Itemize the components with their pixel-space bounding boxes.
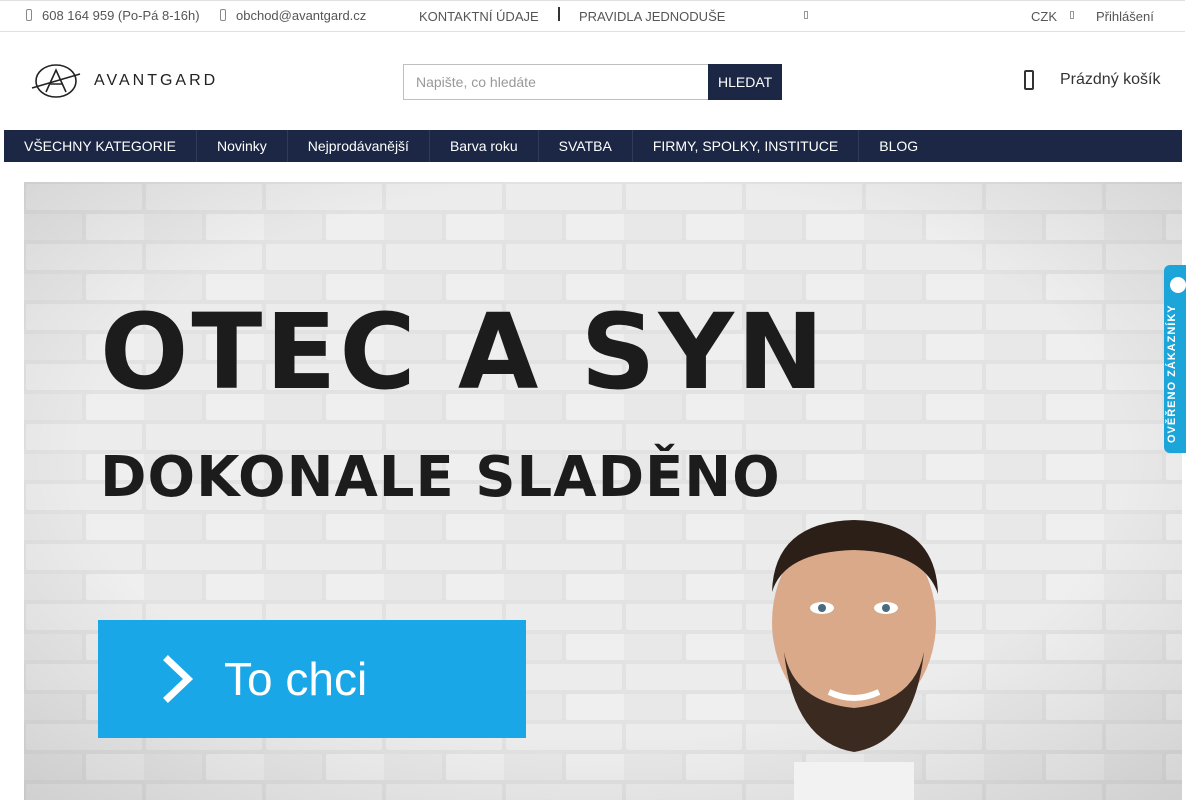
- verified-logo-icon: [1168, 275, 1186, 295]
- email-address: obchod@avantgard.cz: [236, 8, 367, 23]
- nav-item-bestsellers[interactable]: Nejprodávanější: [288, 130, 430, 162]
- cart-icon: [1024, 70, 1034, 90]
- nav-item-all-categories[interactable]: VŠECHNY KATEGORIE: [4, 130, 197, 162]
- main-nav: VŠECHNY KATEGORIE Novinky Nejprodávanějš…: [4, 130, 1182, 162]
- rules-link[interactable]: PRAVIDLA JEDNODUŠE: [579, 9, 725, 24]
- divider: [558, 7, 560, 21]
- nav-item-color-of-year[interactable]: Barva roku: [430, 130, 539, 162]
- hero-banner[interactable]: OTEC A SYN DOKONALE SLADĚNO To chci: [24, 182, 1182, 800]
- banner-title: OTEC A SYN: [100, 291, 827, 413]
- more-icon[interactable]: [804, 11, 808, 19]
- nav-item-blog[interactable]: BLOG: [859, 130, 938, 162]
- phone-contact[interactable]: 608 164 959 (Po-Pá 8-16h): [24, 8, 200, 23]
- login-link[interactable]: Přihlášení: [1096, 9, 1154, 24]
- mail-icon: [218, 8, 228, 23]
- phone-number: 608 164 959 (Po-Pá 8-16h): [42, 8, 200, 23]
- nav-item-wedding[interactable]: SVATBA: [539, 130, 633, 162]
- header: AVANTGARD HLEDAT Prázdný košík: [0, 32, 1185, 130]
- cta-label: To chci: [224, 653, 368, 705]
- search-form: HLEDAT: [403, 64, 782, 100]
- verified-reviews-tab[interactable]: OVĚŘENO ZÁKAZNÍKY: [1164, 265, 1186, 453]
- nav-item-companies[interactable]: FIRMY, SPOLKY, INSTITUCE: [633, 130, 860, 162]
- chevron-down-icon[interactable]: [1070, 11, 1074, 19]
- logo-icon: [31, 64, 81, 98]
- email-contact[interactable]: obchod@avantgard.cz: [218, 8, 366, 23]
- nav-item-novinky[interactable]: Novinky: [197, 130, 288, 162]
- cart-label: Prázdný košík: [1060, 71, 1161, 88]
- site-logo[interactable]: AVANTGARD: [30, 62, 218, 100]
- search-input[interactable]: [403, 64, 709, 100]
- logo-text: AVANTGARD: [94, 72, 219, 89]
- cta-button[interactable]: To chci: [98, 620, 526, 738]
- chevron-right-icon: [163, 655, 194, 703]
- contact-link[interactable]: KONTAKTNÍ ÚDAJE: [419, 9, 539, 24]
- phone-icon: [24, 8, 34, 23]
- model-photo: [772, 520, 938, 800]
- cart[interactable]: Prázdný košík: [1024, 70, 1160, 90]
- currency-select[interactable]: CZK: [1031, 9, 1057, 24]
- verified-label: OVĚŘENO ZÁKAZNÍKY: [1166, 304, 1178, 443]
- banner-subtitle: DOKONALE SLADĚNO: [100, 445, 781, 510]
- top-bar: 608 164 959 (Po-Pá 8-16h) obchod@avantga…: [0, 0, 1185, 32]
- search-button[interactable]: HLEDAT: [708, 64, 782, 100]
